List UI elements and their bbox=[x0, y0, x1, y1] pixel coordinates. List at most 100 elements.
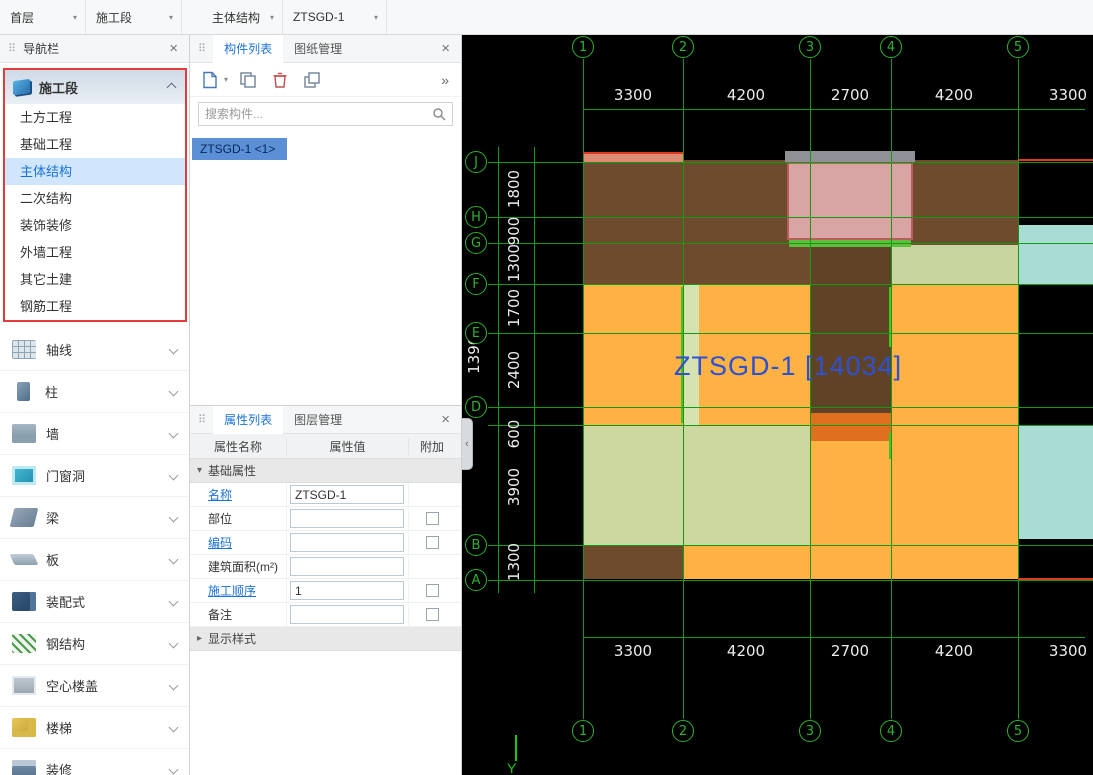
collapse-panel-handle[interactable]: ‹ bbox=[462, 418, 473, 470]
topbar-combo-3[interactable]: ZTSGD-1▾ bbox=[283, 0, 387, 34]
nav-section-item-0[interactable]: 土方工程 bbox=[5, 104, 185, 131]
dimension-label: 3300 bbox=[1049, 86, 1087, 104]
property-value-cell bbox=[287, 507, 409, 530]
plan-region[interactable] bbox=[1018, 425, 1093, 539]
plan-region[interactable] bbox=[787, 162, 913, 240]
topbar-combo-2[interactable]: 主体结构▾ bbox=[202, 0, 283, 34]
plan-region[interactable] bbox=[891, 245, 1018, 285]
dimension-label: 900 bbox=[505, 217, 523, 246]
nav-section-item-4[interactable]: 装饰装修 bbox=[5, 212, 185, 239]
tree-item-5[interactable]: 板 bbox=[0, 539, 189, 581]
topbar-combo-1[interactable]: 施工段▾ bbox=[86, 0, 182, 34]
property-row: 部位 bbox=[190, 507, 461, 531]
nav-section-item-5[interactable]: 外墙工程 bbox=[5, 239, 185, 266]
axis-bubble: H bbox=[465, 206, 487, 228]
property-value-input[interactable] bbox=[290, 485, 404, 504]
component-panel: ⠿ 构件列表 图纸管理 × ▾ » bbox=[190, 35, 462, 775]
property-group-1[interactable]: ▸显示样式 bbox=[190, 627, 461, 651]
tab-drawing-management[interactable]: 图纸管理 bbox=[283, 35, 353, 63]
tree-item-3[interactable]: 门窗洞 bbox=[0, 455, 189, 497]
tab-layer-management[interactable]: 图层管理 bbox=[283, 406, 353, 434]
chevron-down-icon bbox=[169, 471, 179, 481]
dimension-label: 3300 bbox=[1049, 642, 1087, 660]
tree-item-6[interactable]: 装配式 bbox=[0, 581, 189, 623]
tree-item-0[interactable]: 轴线 bbox=[0, 329, 189, 371]
layer-copy-button[interactable] bbox=[300, 68, 324, 92]
property-table-header: 属性名称 属性值 附加 bbox=[190, 434, 461, 459]
copy-component-button[interactable] bbox=[236, 68, 260, 92]
section-header[interactable]: 施工段 bbox=[5, 70, 185, 104]
axis-bubble: 5 bbox=[1007, 720, 1029, 742]
plan-region[interactable] bbox=[1018, 225, 1093, 285]
property-name[interactable]: 编码 bbox=[190, 531, 287, 554]
close-icon[interactable]: × bbox=[166, 41, 181, 56]
plan-region[interactable] bbox=[785, 151, 915, 162]
tree-item-9[interactable]: 楼梯 bbox=[0, 707, 189, 749]
triangle-down-icon: ▾ bbox=[197, 465, 202, 476]
property-attach-cell bbox=[409, 507, 455, 530]
nav-section-item-7[interactable]: 钢筋工程 bbox=[5, 293, 185, 320]
grid-line-horizontal bbox=[488, 333, 1093, 334]
selected-component-label[interactable]: ZTSGD-1 [14034] bbox=[674, 351, 902, 382]
plan-region[interactable] bbox=[583, 160, 810, 285]
property-name[interactable]: 名称 bbox=[190, 483, 287, 506]
tree-item-2[interactable]: 墙 bbox=[0, 413, 189, 455]
tree-item-label: 装修 bbox=[46, 760, 170, 775]
property-value-input[interactable] bbox=[290, 509, 404, 528]
column-header-attach: 附加 bbox=[409, 438, 455, 455]
property-value-input[interactable] bbox=[290, 533, 404, 552]
tree-item-8[interactable]: 空心楼盖 bbox=[0, 665, 189, 707]
nav-section-item-6[interactable]: 其它土建 bbox=[5, 266, 185, 293]
property-row: 施工顺序 bbox=[190, 579, 461, 603]
plan-region[interactable] bbox=[891, 285, 1018, 545]
plan-red-line bbox=[1018, 159, 1093, 161]
tree-item-7[interactable]: 钢结构 bbox=[0, 623, 189, 665]
axis-bubble: G bbox=[465, 232, 487, 254]
close-icon[interactable]: × bbox=[438, 41, 453, 56]
axis-bubble: 4 bbox=[880, 720, 902, 742]
chevron-down-icon[interactable]: ▾ bbox=[224, 75, 228, 84]
attach-checkbox[interactable] bbox=[426, 584, 439, 597]
tree-item-label: 柱 bbox=[45, 382, 170, 401]
tree-item-4[interactable]: 梁 bbox=[0, 497, 189, 539]
topbar-combo-0[interactable]: 首层▾ bbox=[0, 0, 86, 34]
dimension-chain-line bbox=[583, 637, 1085, 638]
nav-section-item-2[interactable]: 主体结构 bbox=[5, 158, 185, 185]
attach-checkbox[interactable] bbox=[426, 512, 439, 525]
property-value-input[interactable] bbox=[290, 605, 404, 624]
navigation-panel: ⠿ 导航栏 × 施工段 土方工程基础工程主体结构二次结构装饰装修外墙工程其它土建… bbox=[0, 35, 190, 775]
tree-item-10[interactable]: 装修 bbox=[0, 749, 189, 775]
plan-region[interactable] bbox=[583, 545, 683, 579]
plan-region[interactable] bbox=[583, 154, 683, 162]
search-input[interactable] bbox=[205, 107, 432, 121]
grid-line-vertical bbox=[810, 59, 811, 719]
nav-section-item-1[interactable]: 基础工程 bbox=[5, 131, 185, 158]
search-icon[interactable] bbox=[432, 107, 446, 121]
property-group-0[interactable]: ▾基础属性 bbox=[190, 459, 461, 483]
plan-region[interactable] bbox=[683, 545, 1018, 579]
plan-region[interactable] bbox=[810, 413, 891, 441]
dimension-chain-line bbox=[583, 109, 1085, 110]
tree-item-1[interactable]: 柱 bbox=[0, 371, 189, 413]
close-icon[interactable]: × bbox=[438, 412, 453, 427]
nav-section-item-3[interactable]: 二次结构 bbox=[5, 185, 185, 212]
tab-property-list[interactable]: 属性列表 bbox=[213, 406, 283, 434]
beam-icon bbox=[10, 508, 39, 527]
property-name[interactable]: 施工顺序 bbox=[190, 579, 287, 602]
plan-region[interactable] bbox=[810, 441, 891, 545]
axis-bubble: A bbox=[465, 569, 487, 591]
property-value-cell bbox=[287, 555, 409, 578]
drawing-canvas[interactable]: 1122334455JHGFEDBA3300420027004200330033… bbox=[462, 35, 1093, 775]
delete-component-button[interactable] bbox=[268, 68, 292, 92]
plan-region[interactable] bbox=[583, 425, 810, 545]
property-value-input[interactable] bbox=[290, 581, 404, 600]
attach-checkbox[interactable] bbox=[426, 608, 439, 621]
tab-component-list[interactable]: 构件列表 bbox=[213, 35, 283, 63]
new-component-button[interactable] bbox=[198, 68, 222, 92]
list-item[interactable]: ZTSGD-1 <1> bbox=[192, 138, 287, 160]
property-attach-cell bbox=[409, 603, 455, 626]
chevron-down-icon: ▾ bbox=[73, 13, 77, 22]
toolbar-overflow-button[interactable]: » bbox=[437, 72, 453, 88]
attach-checkbox[interactable] bbox=[426, 536, 439, 549]
property-value-input[interactable] bbox=[290, 557, 404, 576]
